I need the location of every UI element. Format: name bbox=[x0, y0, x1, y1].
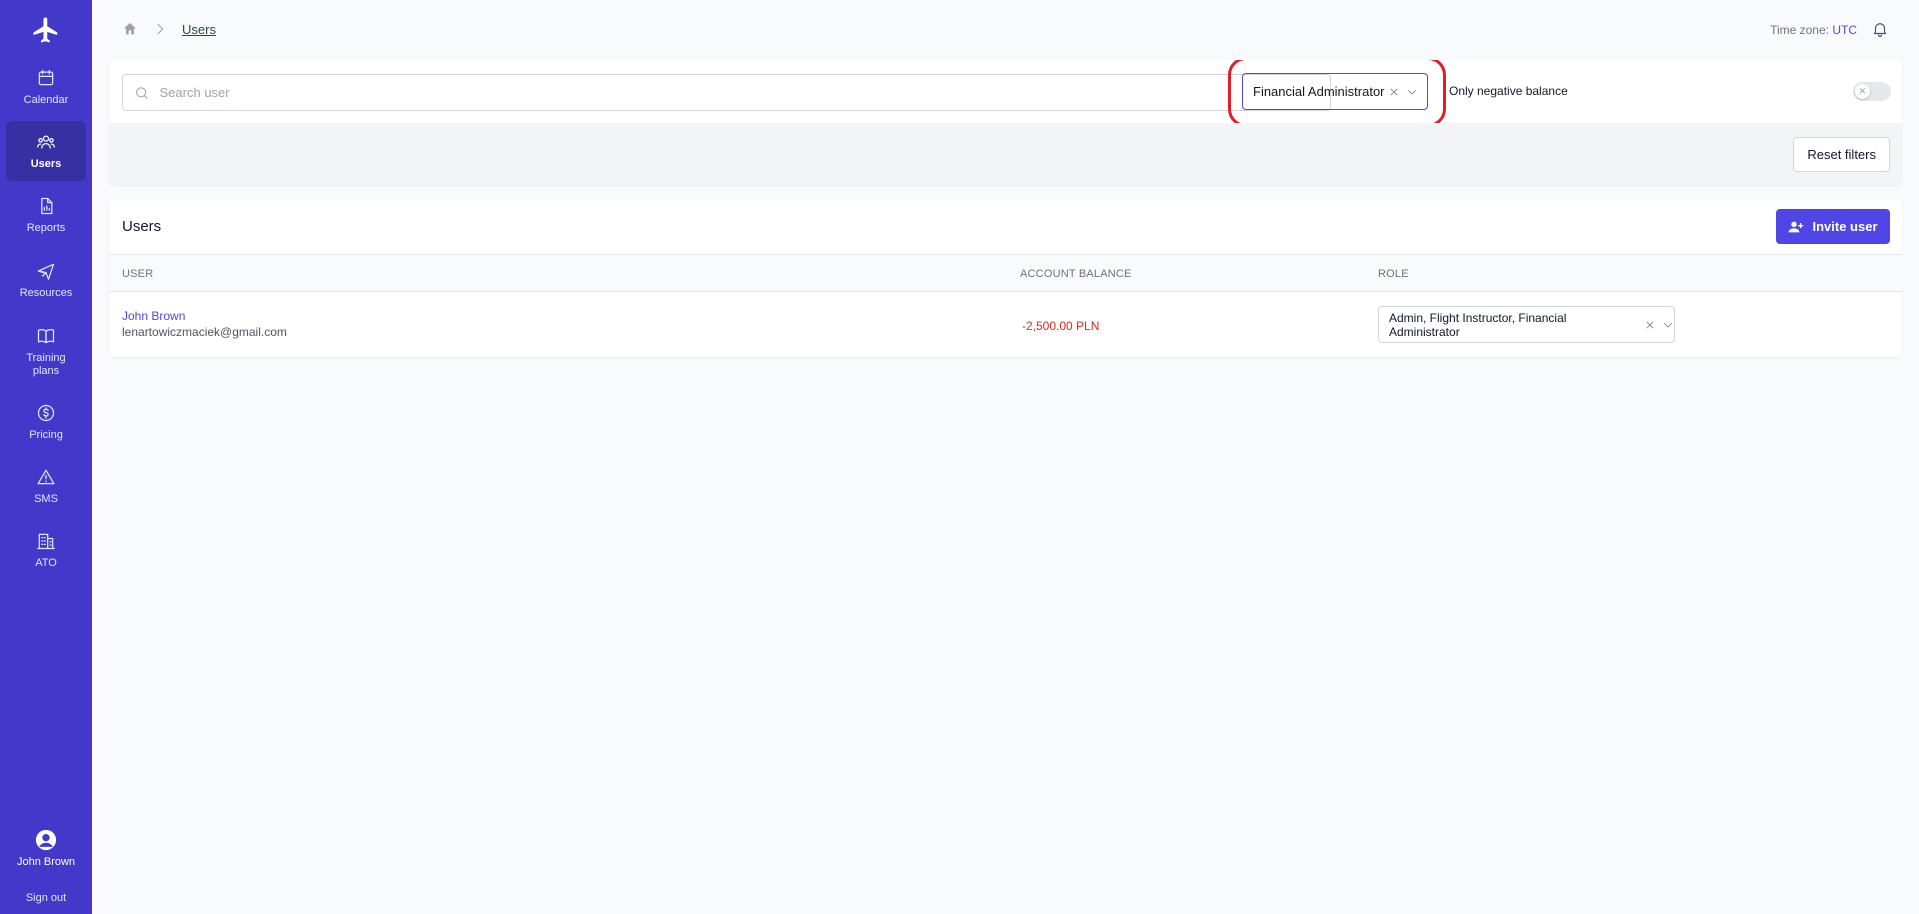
plane-icon bbox=[36, 261, 56, 281]
sidebar-item-label: Pricing bbox=[29, 428, 63, 441]
user-role-select[interactable]: Admin, Flight Instructor, Financial Admi… bbox=[1378, 306, 1675, 343]
sidebar-nav: Calendar Users Reports Resources Trainin… bbox=[6, 58, 86, 581]
sidebar-item-resources[interactable]: Resources bbox=[6, 249, 86, 311]
sidebar-item-calendar[interactable]: Calendar bbox=[6, 58, 86, 116]
chevron-down-icon[interactable] bbox=[1662, 319, 1674, 331]
chevron-right-icon bbox=[157, 23, 164, 35]
timezone-value[interactable]: UTC bbox=[1832, 23, 1857, 37]
sidebar-item-label: Users bbox=[30, 157, 62, 170]
sidebar-item-training-plans[interactable]: Training plans bbox=[6, 315, 86, 389]
timezone-label: Time zone: bbox=[1770, 23, 1829, 37]
sidebar-item-pricing[interactable]: Pricing bbox=[6, 391, 86, 453]
users-title: Users bbox=[122, 218, 162, 235]
profile-name: John Brown bbox=[16, 856, 76, 868]
clear-icon[interactable] bbox=[1644, 319, 1656, 331]
calendar-icon bbox=[36, 68, 56, 88]
toggle-knob: ✕ bbox=[1855, 84, 1870, 99]
user-role-value: Admin, Flight Instructor, Financial Admi… bbox=[1389, 310, 1567, 339]
timezone: Time zone: UTC bbox=[1770, 23, 1857, 37]
sidebar-item-label: Training plans bbox=[26, 352, 66, 377]
bell-icon[interactable] bbox=[1871, 20, 1889, 38]
sidebar-item-label: SMS bbox=[34, 492, 58, 505]
sidebar: Calendar Users Reports Resources Trainin… bbox=[0, 0, 92, 914]
users-panel: Users Invite user USER ACCOUNT BALANCE R… bbox=[109, 199, 1902, 357]
sidebar-item-label: ATO bbox=[35, 556, 57, 569]
user-email: lenartowiczmaciek@gmail.com bbox=[122, 325, 287, 339]
home-icon[interactable] bbox=[122, 21, 138, 37]
sidebar-item-ato[interactable]: ATO bbox=[6, 519, 86, 581]
column-header-user: USER bbox=[122, 268, 154, 280]
warning-icon bbox=[36, 467, 56, 487]
table-header: USER ACCOUNT BALANCE ROLE bbox=[109, 254, 1902, 292]
sidebar-item-sms[interactable]: SMS bbox=[6, 455, 86, 517]
book-icon bbox=[36, 326, 56, 346]
topbar: Users Time zone: UTC bbox=[92, 0, 1919, 60]
table-row: John Brown lenartowiczmaciek@gmail.com -… bbox=[109, 292, 1902, 357]
negative-balance-toggle[interactable]: ✕ bbox=[1853, 82, 1891, 101]
negative-balance-label: Only negative balance bbox=[1449, 84, 1568, 98]
report-icon bbox=[36, 196, 56, 216]
building-icon bbox=[36, 531, 56, 551]
column-header-role: ROLE bbox=[1378, 268, 1409, 280]
profile[interactable]: John Brown bbox=[0, 829, 92, 868]
sidebar-item-users[interactable]: Users bbox=[6, 121, 86, 181]
account-balance: -2,500.00 PLN bbox=[1022, 319, 1100, 333]
user-name-link[interactable]: John Brown bbox=[122, 309, 185, 323]
sidebar-item-label: Calendar bbox=[23, 93, 69, 106]
filter-actions: Reset filters bbox=[109, 123, 1902, 185]
reset-filters-button[interactable]: Reset filters bbox=[1793, 137, 1890, 172]
highlight-annotation bbox=[1228, 60, 1446, 127]
invite-user-button[interactable]: Invite user bbox=[1776, 209, 1890, 244]
column-header-balance: ACCOUNT BALANCE bbox=[1020, 268, 1132, 280]
sign-out-link[interactable]: Sign out bbox=[0, 892, 92, 904]
breadcrumb: Users bbox=[122, 21, 216, 37]
filter-panel: Financial Administrator Only negative ba… bbox=[109, 60, 1902, 185]
add-user-icon bbox=[1789, 221, 1804, 232]
users-icon bbox=[36, 132, 56, 152]
dollar-icon bbox=[36, 403, 56, 423]
search-icon bbox=[136, 86, 148, 99]
invite-user-label: Invite user bbox=[1812, 219, 1878, 234]
sidebar-item-label: Resources bbox=[19, 286, 73, 299]
airplane-icon[interactable] bbox=[0, 10, 92, 50]
sidebar-item-label: Reports bbox=[26, 221, 66, 234]
user-avatar-icon bbox=[35, 829, 57, 851]
search-box bbox=[122, 74, 1331, 111]
sidebar-item-reports[interactable]: Reports bbox=[6, 185, 86, 245]
search-input[interactable] bbox=[159, 85, 1330, 100]
breadcrumb-users[interactable]: Users bbox=[182, 22, 216, 37]
